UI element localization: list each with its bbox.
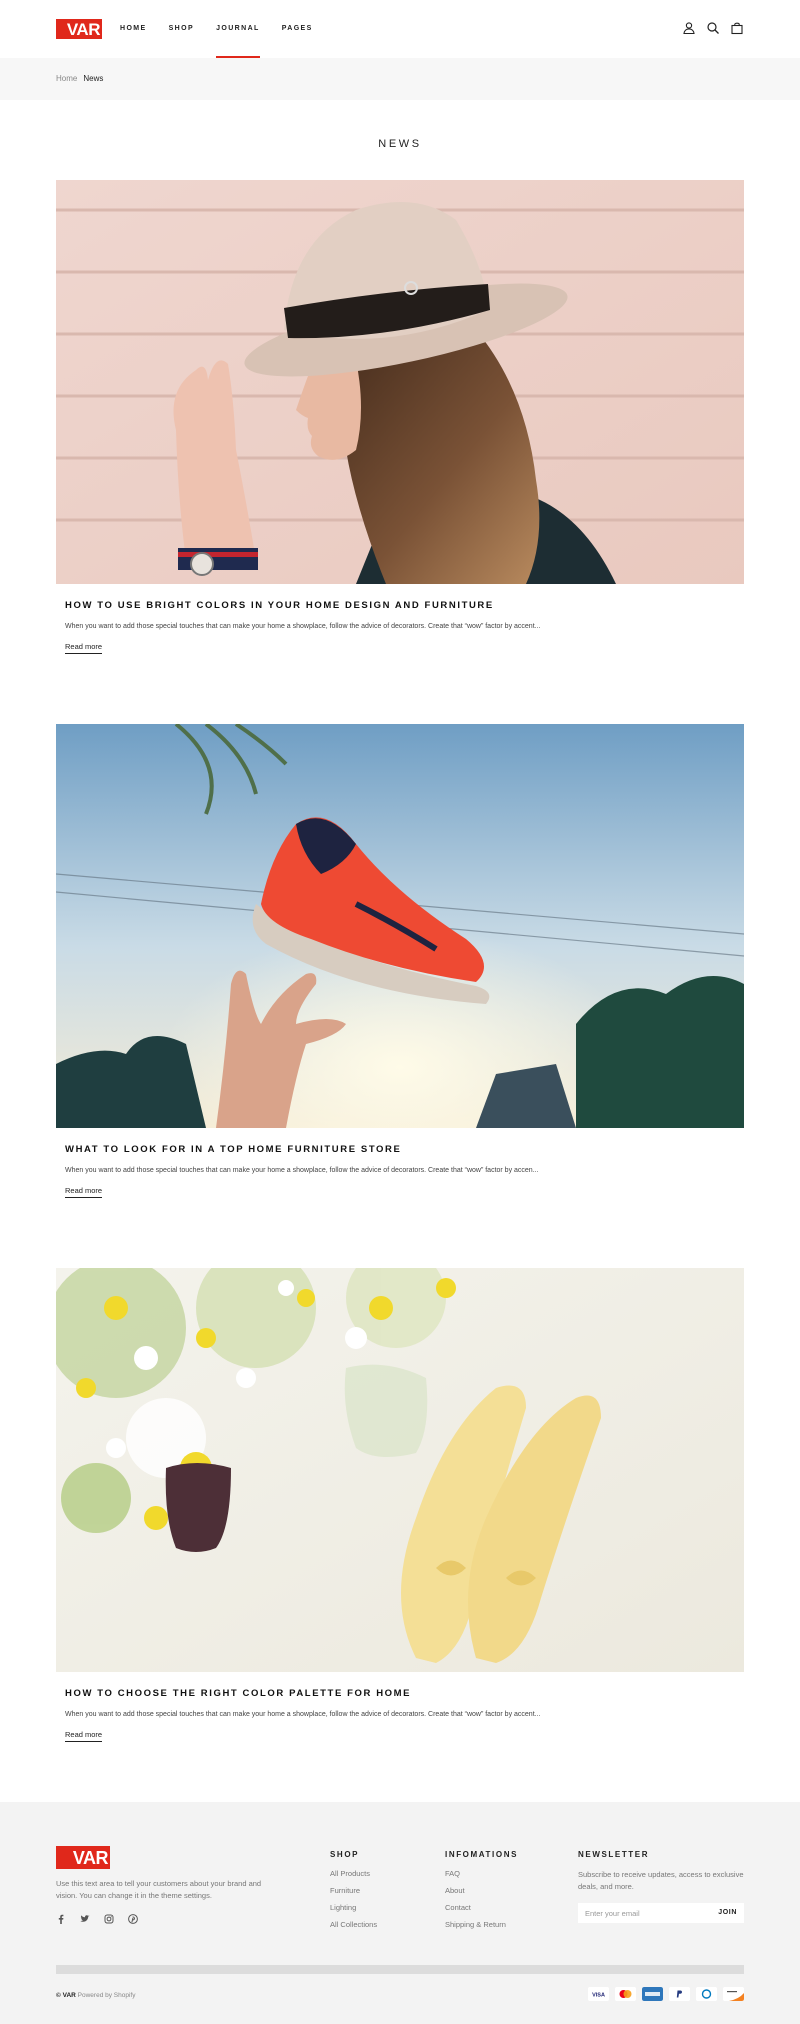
copyright: © VAR Powered by Shopify: [56, 1992, 135, 1999]
footer-description: Use this text area to tell your customer…: [56, 1879, 262, 1900]
article-title[interactable]: WHAT TO LOOK FOR IN A TOP HOME FURNITURE…: [65, 1144, 744, 1155]
read-more-link[interactable]: Read more: [65, 1730, 103, 1742]
footer-link-furniture[interactable]: Furniture: [330, 1886, 377, 1895]
article-title[interactable]: HOW TO CHOOSE THE RIGHT COLOR PALETTE FO…: [65, 1688, 744, 1699]
article-card: WHAT TO LOOK FOR IN A TOP HOME FURNITURE…: [56, 724, 744, 1198]
read-more-link[interactable]: Read more: [65, 642, 103, 654]
article-card: HOW TO USE BRIGHT COLORS IN YOUR HOME DE…: [56, 180, 744, 654]
header-icons: [682, 21, 744, 35]
footer-info-column: INFOMATIONS FAQ About Contact Shipping &…: [445, 1850, 518, 1937]
social-links: [56, 1914, 138, 1924]
diners-icon: [696, 1987, 717, 2001]
newsletter-join-button[interactable]: JOIN: [718, 1909, 737, 1916]
site-header: VAR HOME SHOP JOURNAL PAGES: [0, 0, 800, 58]
newsletter-text: Subscribe to receive updates, access to …: [578, 1870, 744, 1891]
user-icon[interactable]: [682, 21, 696, 35]
copyright-brand: © VAR: [56, 1992, 76, 1999]
footer-shop-column: SHOP All Products Furniture Lighting All…: [330, 1850, 377, 1937]
article-title[interactable]: HOW TO USE BRIGHT COLORS IN YOUR HOME DE…: [65, 600, 744, 611]
article-image-woman-with-hat[interactable]: [56, 180, 744, 584]
footer-divider-bar: [56, 1965, 744, 1974]
article-excerpt: When you want to add those special touch…: [65, 623, 541, 630]
main-nav: HOME SHOP JOURNAL PAGES: [120, 0, 335, 58]
footer-link-about[interactable]: About: [445, 1886, 518, 1895]
breadcrumb-current: News: [83, 74, 104, 83]
article-image-flowers-and-shoes[interactable]: [56, 1268, 744, 1672]
svg-text:VISA: VISA: [592, 1992, 605, 1998]
newsletter-form: JOIN: [578, 1903, 744, 1923]
footer-info-heading: INFOMATIONS: [445, 1850, 519, 1859]
amex-icon: [642, 1987, 663, 2001]
footer-shop-heading: SHOP: [330, 1850, 360, 1859]
footer-logo-text: VAR: [72, 1848, 109, 1868]
search-icon[interactable]: [706, 21, 720, 35]
footer-newsletter-column: NEWSLETTER Subscribe to receive updates,…: [578, 1850, 746, 1923]
breadcrumb-home[interactable]: Home: [56, 74, 77, 83]
newsletter-email-input[interactable]: [578, 1903, 706, 1923]
footer-link-lighting[interactable]: Lighting: [330, 1903, 377, 1912]
page-title: NEWS: [378, 138, 422, 150]
paypal-icon: [669, 1987, 690, 2001]
article-image-floating-sneaker[interactable]: [56, 724, 744, 1128]
article-excerpt: When you want to add those special touch…: [65, 1167, 539, 1174]
nav-pages[interactable]: PAGES: [282, 0, 313, 58]
brand-logo[interactable]: VAR: [56, 19, 102, 39]
discover-icon: [723, 1987, 744, 2001]
payment-icons: VISA: [588, 1987, 744, 2001]
visa-icon: VISA: [588, 1987, 609, 2001]
logo-text: VAR: [66, 20, 101, 39]
footer-link-faq[interactable]: FAQ: [445, 1869, 518, 1878]
instagram-icon[interactable]: [104, 1914, 114, 1924]
breadcrumb-bar: Home News: [0, 58, 800, 100]
footer-link-all-products[interactable]: All Products: [330, 1869, 377, 1878]
read-more-link[interactable]: Read more: [65, 1186, 103, 1198]
breadcrumb: Home News: [56, 74, 103, 83]
pinterest-icon[interactable]: [128, 1914, 138, 1924]
site-footer: VAR Use this text area to tell your cust…: [0, 1802, 800, 2024]
footer-link-contact[interactable]: Contact: [445, 1903, 518, 1912]
footer-logo[interactable]: VAR: [56, 1846, 110, 1869]
twitter-icon[interactable]: [80, 1914, 90, 1924]
powered-by[interactable]: Powered by Shopify: [78, 1992, 136, 1999]
footer-link-all-collections[interactable]: All Collections: [330, 1920, 377, 1929]
bag-icon[interactable]: [730, 21, 744, 35]
article-excerpt: When you want to add those special touch…: [65, 1711, 541, 1718]
nav-home[interactable]: HOME: [120, 0, 147, 58]
footer-link-shipping-return[interactable]: Shipping & Return: [445, 1920, 518, 1929]
nav-shop[interactable]: SHOP: [169, 0, 194, 58]
newsletter-heading: NEWSLETTER: [578, 1850, 650, 1859]
mastercard-icon: [615, 1987, 636, 2001]
facebook-icon[interactable]: [56, 1914, 66, 1924]
nav-journal[interactable]: JOURNAL: [216, 0, 260, 58]
article-card: HOW TO CHOOSE THE RIGHT COLOR PALETTE FO…: [56, 1268, 744, 1742]
